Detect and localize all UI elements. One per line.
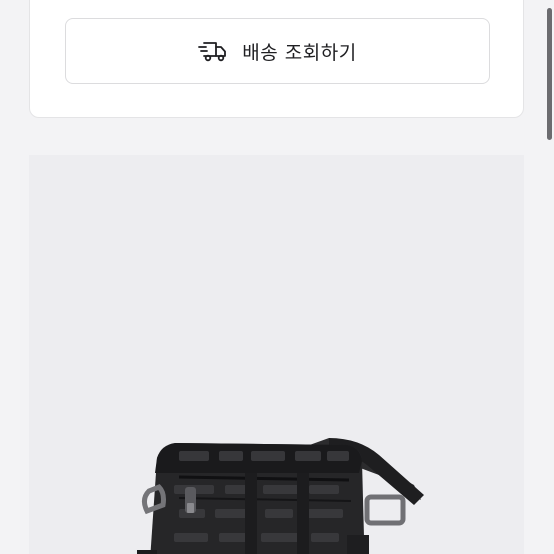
bag-photo: [137, 438, 424, 554]
scrollbar-thumb[interactable]: [547, 8, 552, 140]
track-delivery-label: 배송 조회하기: [242, 41, 357, 64]
delivery-card: 배송 조회하기: [29, 0, 524, 118]
product-image-area[interactable]: [29, 155, 524, 554]
delivery-truck-icon: [198, 39, 228, 63]
page: 배송 조회하기: [0, 0, 554, 554]
track-delivery-button[interactable]: 배송 조회하기: [65, 18, 490, 84]
